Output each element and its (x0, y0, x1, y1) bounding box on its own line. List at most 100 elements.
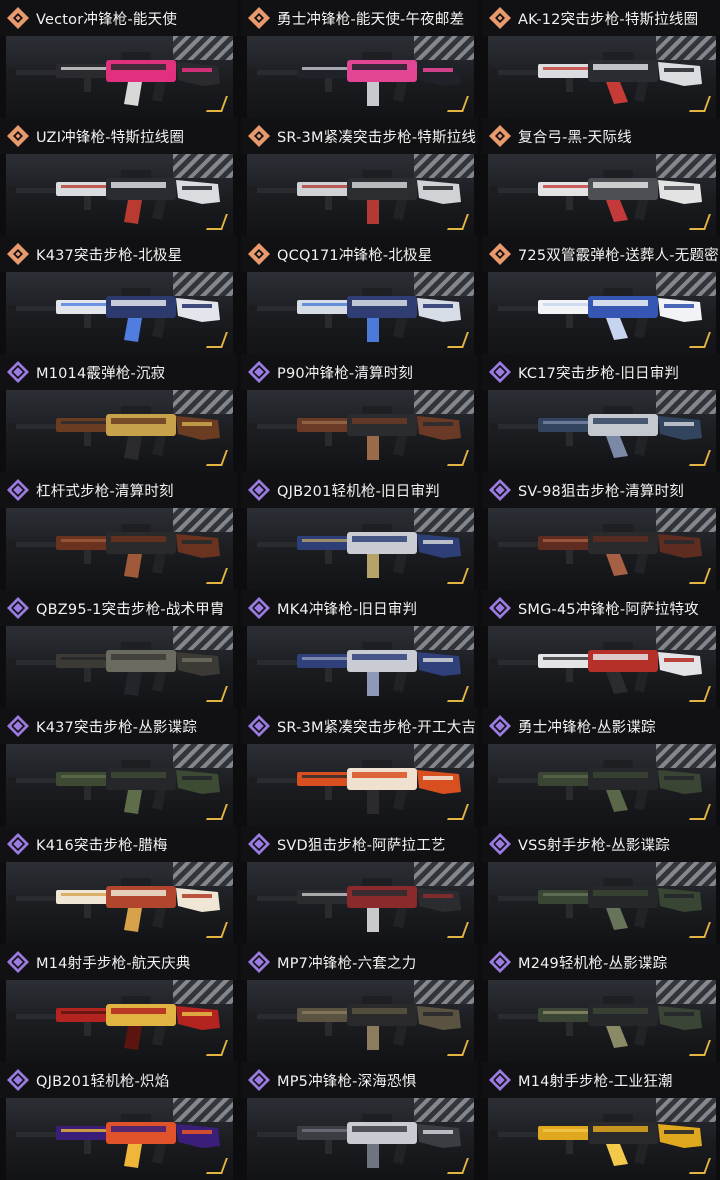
weapon-skin-title: UZI冲锋枪-特斯拉线圈 (36, 129, 185, 146)
card-header: 勇士冲锋枪-能天使-午夜邮差 (241, 0, 478, 36)
weapon-render (490, 878, 702, 930)
weapon-render (249, 760, 461, 814)
epic-rarity-icon (488, 714, 512, 738)
card-header: M1014霰弹枪-沉寂 (0, 354, 237, 390)
weapon-preview-image (247, 390, 474, 472)
weapon-render (249, 524, 461, 578)
weapon-render (8, 52, 220, 106)
weapon-skin-title: M1014霰弹枪-沉寂 (36, 365, 166, 382)
epic-rarity-icon (6, 950, 30, 974)
weapon-skin-card[interactable]: MK4冲锋枪-旧日审判 (241, 590, 478, 708)
epic-rarity-icon (247, 1068, 271, 1092)
card-header: SV-98狙击步枪-清算时刻 (482, 472, 720, 508)
weapon-skin-card[interactable]: AK-12突击步枪-特斯拉线圈 (482, 0, 720, 118)
weapon-preview-image (6, 1098, 233, 1180)
weapon-skin-card[interactable]: K437突击步枪-北极星 (0, 236, 237, 354)
card-header: MK4冲锋枪-旧日审判 (241, 590, 478, 626)
weapon-skin-card[interactable]: Vector冲锋枪-能天使 (0, 0, 237, 118)
weapon-skin-card[interactable]: M14射手步枪-工业狂潮 (482, 1062, 720, 1180)
weapon-skin-card[interactable]: 杠杆式步枪-清算时刻 (0, 472, 237, 590)
card-header: SVD狙击步枪-阿萨拉工艺 (241, 826, 478, 862)
weapon-render (490, 52, 702, 104)
weapon-skin-card[interactable]: QCQ171冲锋枪-北极星 (241, 236, 478, 354)
weapon-skin-card[interactable]: SVD狙击步枪-阿萨拉工艺 (241, 826, 478, 944)
weapon-preview-image (488, 862, 716, 944)
weapon-skin-title: SV-98狙击步枪-清算时刻 (518, 483, 684, 500)
weapon-skin-card[interactable]: 725双管霰弹枪-送葬人-无题密 (482, 236, 720, 354)
weapon-skin-title: M14射手步枪-工业狂潮 (518, 1073, 673, 1090)
epic-rarity-icon (247, 360, 271, 384)
epic-rarity-icon (6, 1068, 30, 1092)
weapon-preview-image (6, 980, 233, 1062)
weapon-render (249, 878, 461, 932)
weapon-skin-card[interactable]: KC17突击步枪-旧日审判 (482, 354, 720, 472)
epic-rarity-icon (247, 714, 271, 738)
epic-rarity-icon (488, 360, 512, 384)
weapon-skin-card[interactable]: SMG-45冲锋枪-阿萨拉特攻 (482, 590, 720, 708)
card-header: Vector冲锋枪-能天使 (0, 0, 237, 36)
weapon-skin-card[interactable]: MP7冲锋枪-六套之力 (241, 944, 478, 1062)
weapon-skin-card[interactable]: SR-3M紧凑突击步枪-特斯拉线 (241, 118, 478, 236)
card-header: AK-12突击步枪-特斯拉线圈 (482, 0, 720, 36)
legendary-rarity-icon (6, 242, 30, 266)
weapon-skin-card[interactable]: QJB201轻机枪-炽焰 (0, 1062, 237, 1180)
weapon-skin-card[interactable]: K416突击步枪-腊梅 (0, 826, 237, 944)
epic-rarity-icon (488, 478, 512, 502)
weapon-skin-card[interactable]: QJB201轻机枪-旧日审判 (241, 472, 478, 590)
legendary-rarity-icon (247, 6, 271, 30)
weapon-skin-card[interactable]: P90冲锋枪-清算时刻 (241, 354, 478, 472)
weapon-skin-card[interactable]: UZI冲锋枪-特斯拉线圈 (0, 118, 237, 236)
weapon-skin-title: VSS射手步枪-丛影谍踪 (518, 837, 670, 854)
weapon-skin-title: 勇士冲锋枪-丛影谍踪 (518, 719, 656, 736)
card-header: KC17突击步枪-旧日审判 (482, 354, 720, 390)
weapon-skin-title: SVD狙击步枪-阿萨拉工艺 (277, 837, 446, 854)
weapon-preview-image (247, 508, 474, 590)
card-header: 725双管霰弹枪-送葬人-无题密 (482, 236, 720, 272)
weapon-skin-card[interactable]: SR-3M紧凑突击步枪-开工大吉 (241, 708, 478, 826)
weapon-preview-image (247, 1098, 474, 1180)
card-header: P90冲锋枪-清算时刻 (241, 354, 478, 390)
weapon-render (249, 642, 461, 696)
weapon-render (8, 524, 220, 578)
epic-rarity-icon (247, 478, 271, 502)
weapon-skin-title: SR-3M紧凑突击步枪-特斯拉线 (277, 129, 477, 146)
weapon-render (8, 406, 220, 460)
weapon-skin-title: MP7冲锋枪-六套之力 (277, 955, 417, 972)
weapon-render (249, 170, 461, 224)
weapon-skin-card[interactable]: 勇士冲锋枪-丛影谍踪 (482, 708, 720, 826)
weapon-skin-card[interactable]: M14射手步枪-航天庆典 (0, 944, 237, 1062)
weapon-skin-title: 725双管霰弹枪-送葬人-无题密 (518, 247, 719, 264)
weapon-skin-card[interactable]: M249轻机枪-丛影谍踪 (482, 944, 720, 1062)
card-header: K416突击步枪-腊梅 (0, 826, 237, 862)
weapon-preview-image (6, 626, 233, 708)
weapon-preview-image (488, 36, 716, 118)
weapon-preview-image (247, 744, 474, 826)
weapon-skin-card[interactable]: VSS射手步枪-丛影谍踪 (482, 826, 720, 944)
weapon-preview-image (488, 626, 716, 708)
card-header: QJB201轻机枪-旧日审判 (241, 472, 478, 508)
weapon-skin-title: 杠杆式步枪-清算时刻 (36, 483, 174, 500)
weapon-skin-title: P90冲锋枪-清算时刻 (277, 365, 414, 382)
epic-rarity-icon (247, 832, 271, 856)
card-header: K437突击步枪-北极星 (0, 236, 237, 272)
weapon-skin-card[interactable]: K437突击步枪-丛影谍踪 (0, 708, 237, 826)
weapon-skin-title: K437突击步枪-丛影谍踪 (36, 719, 198, 736)
weapon-skin-card[interactable]: QBZ95-1突击步枪-战术甲胄 (0, 590, 237, 708)
weapon-preview-image (6, 154, 233, 236)
weapon-render (249, 52, 461, 106)
weapon-render (249, 288, 461, 342)
weapon-skin-title: 复合弓-黑-天际线 (518, 129, 632, 146)
weapon-render (490, 760, 702, 812)
card-header: 勇士冲锋枪-丛影谍踪 (482, 708, 720, 744)
weapon-skin-card[interactable]: SV-98狙击步枪-清算时刻 (482, 472, 720, 590)
weapon-skin-card[interactable]: 勇士冲锋枪-能天使-午夜邮差 (241, 0, 478, 118)
weapon-skin-title: K437突击步枪-北极星 (36, 247, 183, 264)
card-header: QCQ171冲锋枪-北极星 (241, 236, 478, 272)
weapon-skin-card[interactable]: 复合弓-黑-天际线 (482, 118, 720, 236)
weapon-skin-title: 勇士冲锋枪-能天使-午夜邮差 (277, 11, 465, 28)
weapon-render (249, 1114, 461, 1168)
weapon-skin-card[interactable]: M1014霰弹枪-沉寂 (0, 354, 237, 472)
card-header: UZI冲锋枪-特斯拉线圈 (0, 118, 237, 154)
weapon-skin-title: MK4冲锋枪-旧日审判 (277, 601, 418, 618)
weapon-skin-card[interactable]: MP5冲锋枪-深海恐惧 (241, 1062, 478, 1180)
